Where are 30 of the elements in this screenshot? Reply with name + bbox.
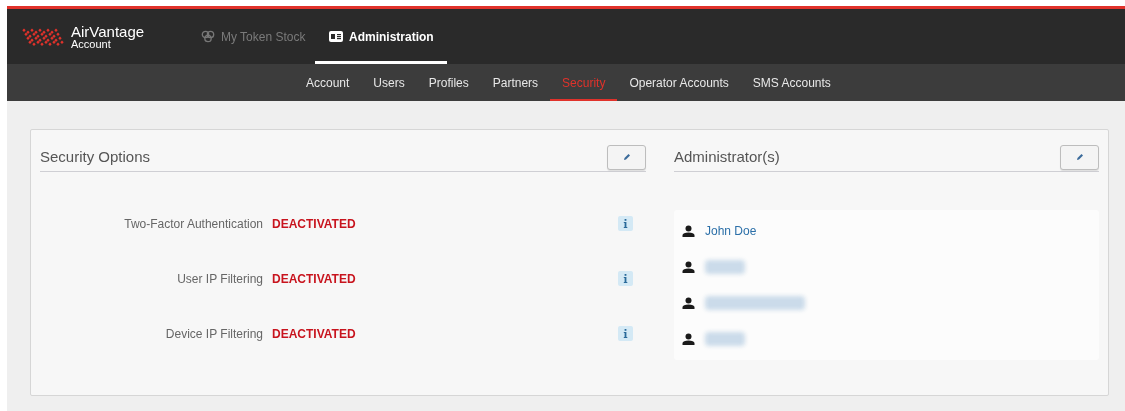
pencil-icon	[622, 153, 631, 161]
sub-nav-tab[interactable]: Users	[361, 64, 417, 101]
brand-name: AirVantage	[71, 23, 145, 39]
info-icon[interactable]	[618, 271, 633, 286]
pencil-icon	[1075, 153, 1084, 161]
info-icon[interactable]	[618, 216, 633, 231]
option-label: Two-Factor Authentication	[123, 215, 263, 233]
option-status: DEACTIVATED	[272, 215, 356, 233]
sub-nav-tab[interactable]: Account	[294, 64, 362, 101]
option-status: DEACTIVATED	[272, 325, 356, 343]
sub-nav-tab[interactable]: Operator Accounts	[617, 64, 741, 101]
user-icon	[682, 297, 695, 309]
option-label: Device IP Filtering	[164, 325, 263, 343]
tokens-icon	[201, 30, 215, 43]
info-icon[interactable]	[618, 326, 633, 341]
id-card-icon	[329, 31, 343, 42]
user-icon	[682, 225, 695, 237]
sub-nav-tab[interactable]: Profiles	[416, 64, 481, 101]
section-title: Security Options	[40, 146, 151, 167]
section-title: Administrator(s)	[674, 146, 780, 167]
brand-subtitle: Account	[71, 38, 111, 50]
blurred-name	[705, 332, 745, 346]
option-status: DEACTIVATED	[272, 270, 356, 288]
administrator-link[interactable]: John Doe	[705, 222, 757, 240]
option-label: User IP Filtering	[176, 270, 263, 288]
user-icon	[682, 261, 695, 273]
sub-nav-tab[interactable]: SMS Accounts	[740, 64, 843, 101]
blurred-name	[705, 260, 745, 274]
user-icon	[682, 333, 695, 345]
sub-nav-tab[interactable]: Partners	[480, 64, 551, 101]
